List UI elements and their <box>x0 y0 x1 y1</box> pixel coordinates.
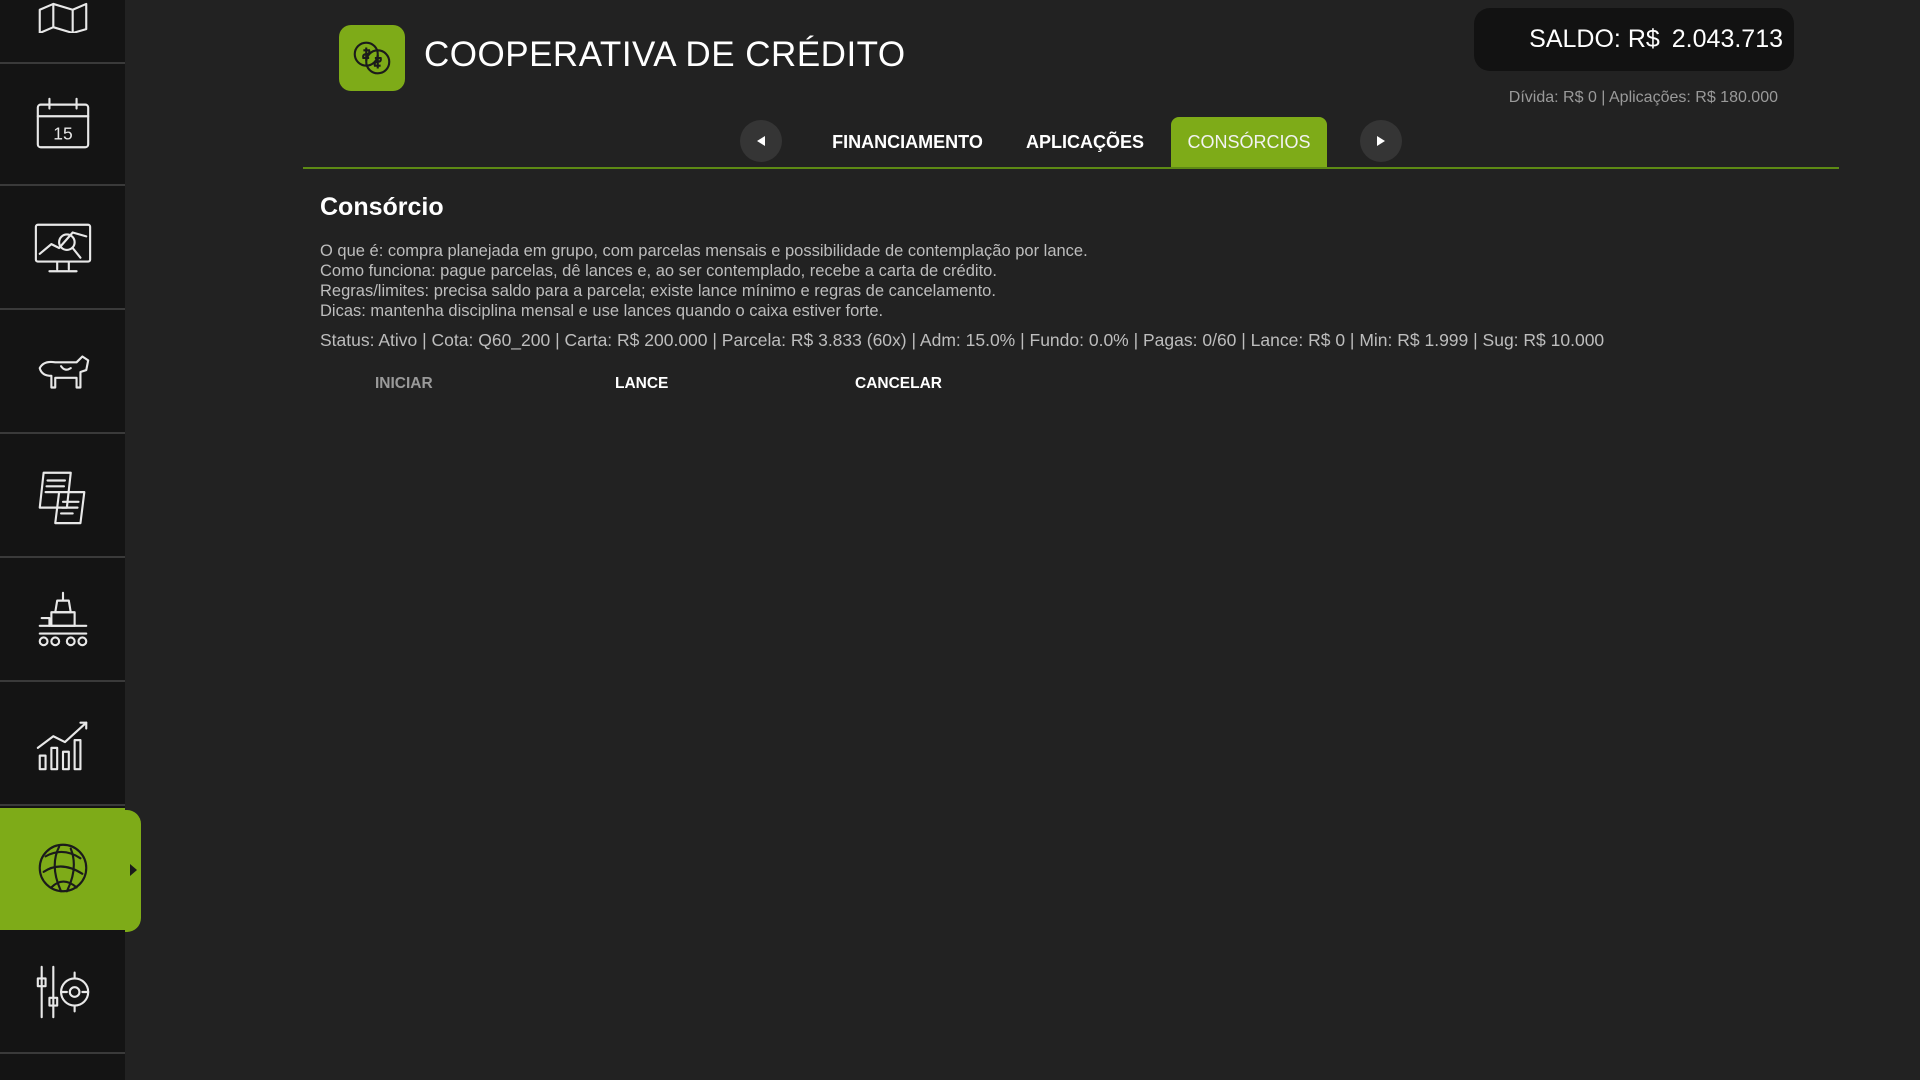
sidebar-item-contracts[interactable] <box>0 436 125 558</box>
map-icon <box>38 2 87 33</box>
start-button[interactable]: INICIAR <box>375 375 433 393</box>
balance-value: 2.043.713 <box>1671 25 1783 53</box>
tab-aplicacoes[interactable]: APLICAÇÕES <box>1020 117 1150 167</box>
tab-consorcios[interactable]: CONSÓRCIOS <box>1171 117 1327 167</box>
balance-display: SALDO: R$ 2.043.713 <box>1474 8 1794 71</box>
description-line: Como funciona: pague parcelas, dê lances… <box>320 262 997 280</box>
sidebar-item-monitor[interactable] <box>0 188 125 310</box>
settings-icon <box>36 965 89 1019</box>
contracts-icon <box>38 471 85 525</box>
statistics-icon <box>36 721 87 771</box>
tab-prev-button[interactable] <box>740 120 782 162</box>
finance-globe-icon <box>38 843 87 893</box>
sidebar-item-map[interactable] <box>0 0 125 64</box>
calendar-day: 15 <box>53 124 72 144</box>
active-sidebar-indicator <box>125 810 141 932</box>
monitor-chart-icon <box>34 223 91 273</box>
description-line: O que é: compra planejada em grupo, com … <box>320 242 1088 260</box>
description-line: Regras/limites: precisa saldo para a par… <box>320 282 996 300</box>
consorcio-status: Status: Ativo | Cota: Q60_200 | Carta: R… <box>320 330 1605 350</box>
cow-icon <box>38 355 89 389</box>
chevron-left-icon <box>757 136 765 146</box>
sidebar-item-statistics[interactable] <box>0 684 125 806</box>
sidebar-item-production[interactable] <box>0 560 125 682</box>
coins-logo-icon <box>339 25 405 91</box>
tab-next-button[interactable] <box>1360 120 1402 162</box>
bid-button[interactable]: LANCE <box>615 375 668 393</box>
tab-financiamento[interactable]: FINANCIAMENTO <box>820 117 995 167</box>
sidebar-item-settings[interactable] <box>0 932 125 1054</box>
consorcio-description: O que é: compra planejada em grupo, com … <box>320 241 1088 321</box>
cancel-button[interactable]: CANCELAR <box>855 375 942 393</box>
sidebar-item-animals[interactable] <box>0 312 125 434</box>
debt-investments-summary: Dívida: R$ 0 | Aplicações: R$ 180.000 <box>1508 89 1778 106</box>
chevron-right-icon <box>1377 136 1385 146</box>
sidebar-item-calendar[interactable]: 15 <box>0 64 125 186</box>
description-line: Dicas: mantenha disciplina mensal e use … <box>320 302 884 320</box>
section-title: Consórcio <box>320 193 444 221</box>
sidebar-item-finance[interactable] <box>0 808 125 930</box>
tab-divider <box>303 167 1839 169</box>
calendar-icon: 15 <box>36 97 89 149</box>
balance-label: SALDO: R$ <box>1529 25 1660 53</box>
page-title: COOPERATIVA DE CRÉDITO <box>424 35 906 74</box>
sidebar: 15 <box>0 0 125 1080</box>
production-icon <box>38 591 87 647</box>
